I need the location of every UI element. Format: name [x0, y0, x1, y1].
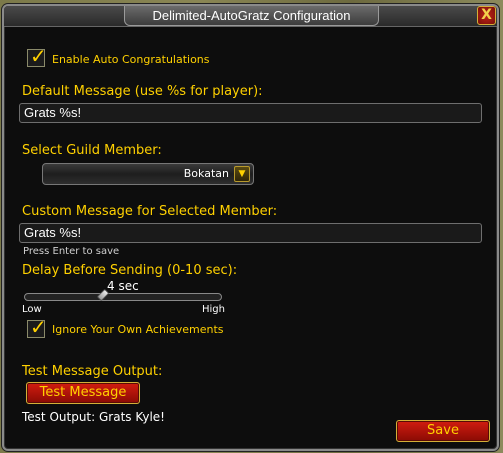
ignore-own-checkbox[interactable]: ✓	[27, 315, 47, 339]
guild-member-label: Select Guild Member:	[22, 143, 162, 158]
close-icon: X	[481, 7, 492, 23]
delay-value: 4 sec	[107, 279, 139, 293]
title-bar[interactable]: Delimited-AutoGratz Configuration X	[4, 6, 497, 27]
test-section-label: Test Message Output:	[22, 364, 163, 379]
title-plate: Delimited-AutoGratz Configuration	[124, 6, 379, 26]
enable-checkbox[interactable]: ✓	[27, 44, 47, 68]
test-output-text: Test Output: Grats Kyle!	[22, 410, 165, 424]
enable-label: Enable Auto Congratulations	[52, 53, 210, 66]
default-message-input[interactable]: Grats %s!	[19, 103, 482, 123]
save-button[interactable]: Save	[396, 420, 490, 442]
chevron-down-icon[interactable]: ▼	[234, 166, 250, 182]
delay-slider[interactable]	[24, 293, 222, 301]
custom-message-label: Custom Message for Selected Member:	[22, 204, 278, 219]
custom-message-input[interactable]: Grats %s!	[19, 223, 482, 243]
ignore-own-label: Ignore Your Own Achievements	[52, 323, 224, 336]
guild-member-selected: Bokatan	[183, 167, 229, 180]
close-button[interactable]: X	[477, 6, 496, 25]
window-title: Delimited-AutoGratz Configuration	[152, 8, 351, 23]
slider-low-label: Low	[22, 304, 42, 315]
slider-high-label: High	[202, 304, 225, 315]
delay-label: Delay Before Sending (0-10 sec):	[22, 263, 238, 278]
default-message-label: Default Message (use %s for player):	[22, 84, 263, 99]
guild-member-dropdown[interactable]: Bokatan ▼	[42, 163, 254, 185]
checkmark-icon: ✓	[30, 315, 47, 339]
checkmark-icon: ✓	[30, 44, 47, 68]
test-message-button[interactable]: Test Message	[26, 382, 140, 404]
custom-message-hint: Press Enter to save	[23, 246, 120, 257]
